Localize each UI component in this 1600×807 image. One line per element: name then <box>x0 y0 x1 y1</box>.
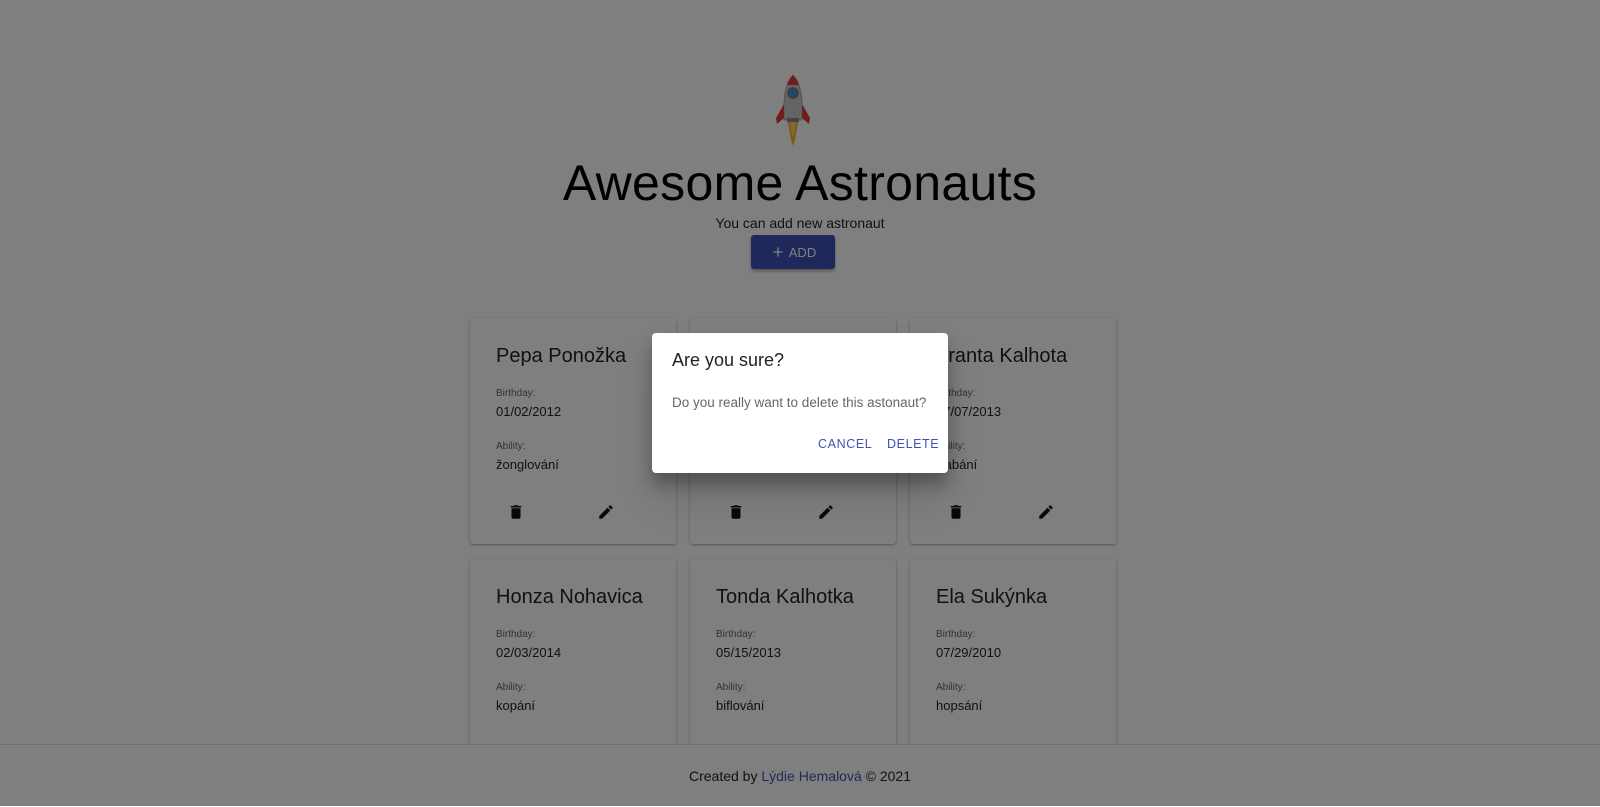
confirm-delete-button[interactable]: DELETE <box>887 437 939 451</box>
confirm-delete-dialog: Are you sure? Do you really want to dele… <box>652 333 948 473</box>
dialog-title: Are you sure? <box>672 350 785 370</box>
dialog-message: Do you really want to delete this astona… <box>672 395 927 410</box>
app-root: Awesome Astronauts You can add new astro… <box>0 0 1600 807</box>
cancel-button[interactable]: CANCEL <box>818 437 872 451</box>
